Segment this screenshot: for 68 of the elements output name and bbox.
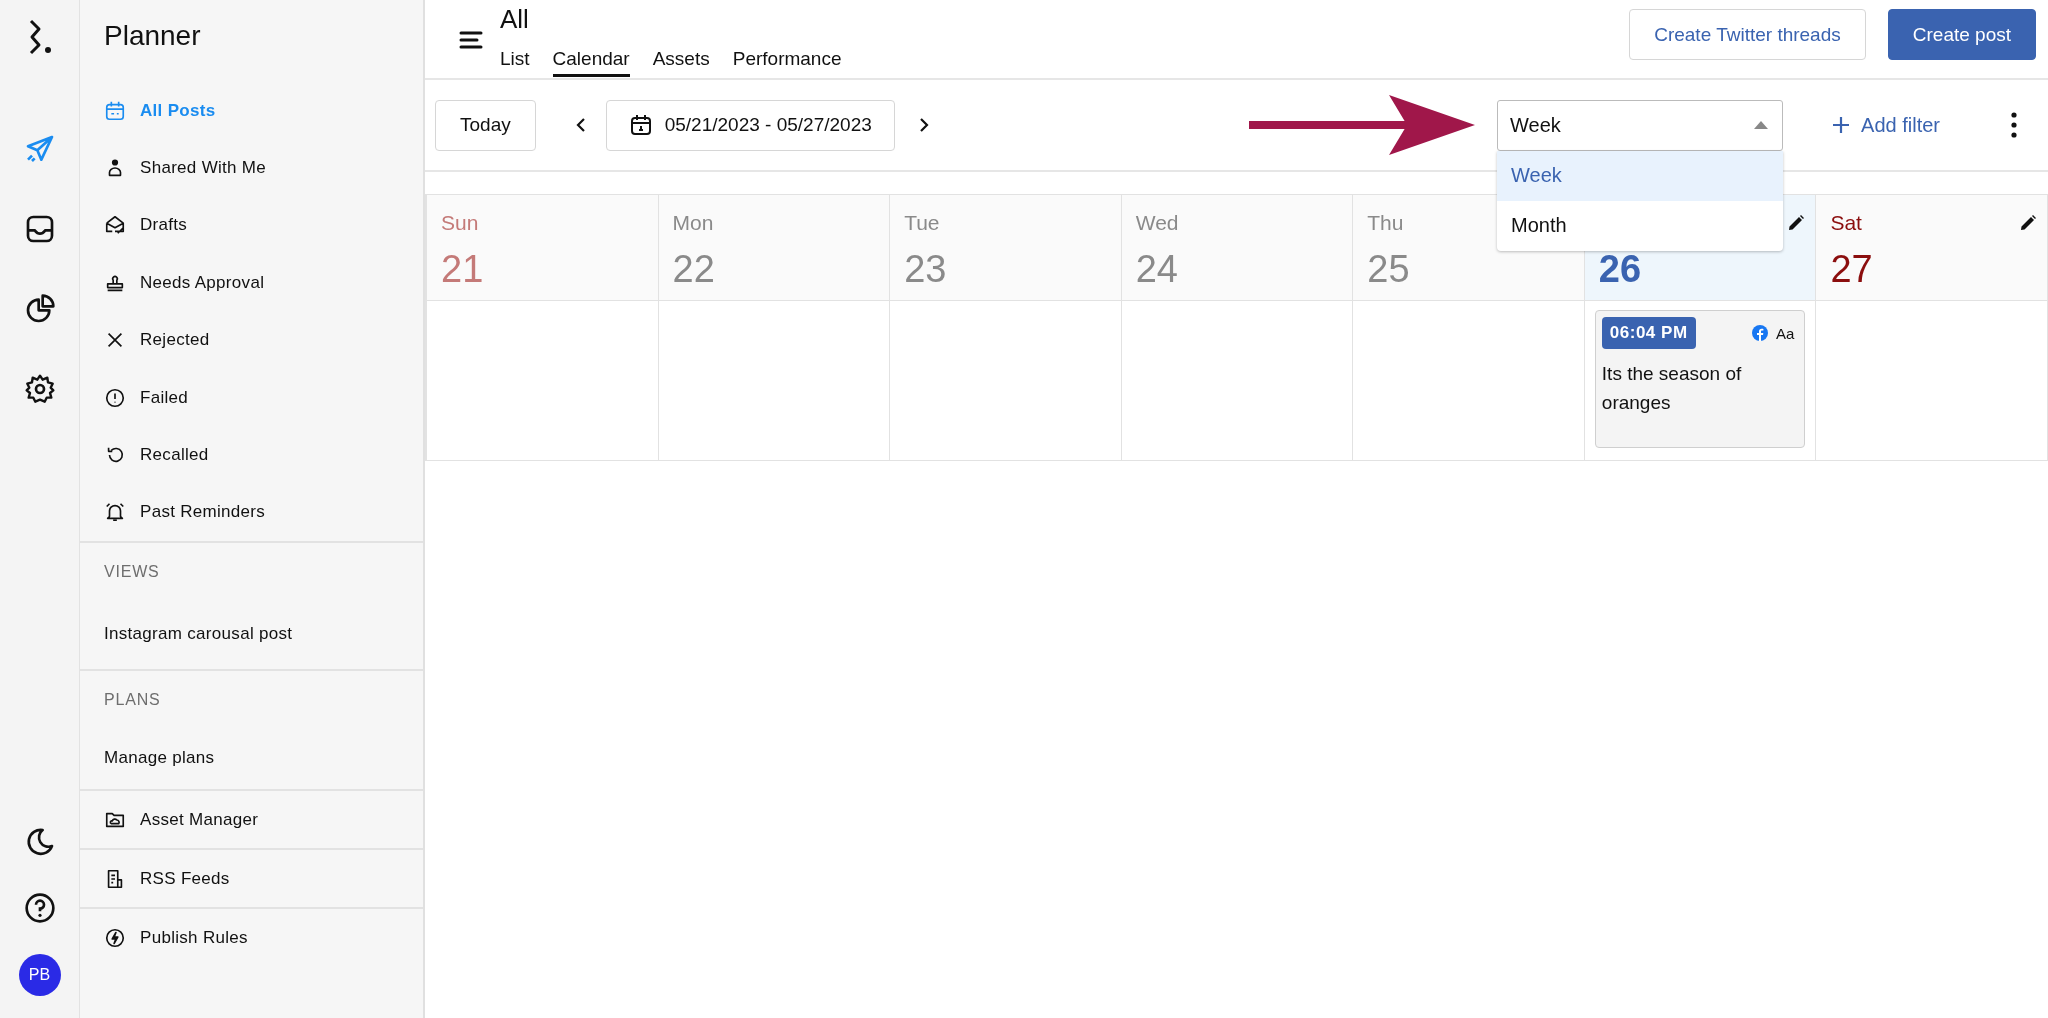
day-cell[interactable] [427,301,659,461]
bolt-icon [104,926,126,949]
day-cell[interactable] [890,301,1122,461]
add-filter-button[interactable]: Add filter [1825,112,1946,138]
today-button[interactable]: Today [435,99,536,151]
sidebar-item[interactable]: Shared With Me [80,139,423,197]
day-cell[interactable] [1121,301,1354,461]
day-cell[interactable] [658,301,891,461]
day-name: Sat [1830,211,1862,235]
event-time: 06:04 PM [1601,317,1696,349]
create-post-button[interactable]: Create post [1887,9,2036,60]
plus-icon [1831,115,1852,135]
settings-icon[interactable] [23,373,56,405]
calendar-icon [104,99,126,122]
event-card[interactable]: 06:04 PM Aa Its the season of oranges [1594,310,1806,448]
day-cell[interactable] [1816,301,2048,461]
day-name: Thu [1367,211,1404,235]
menu-icon[interactable] [459,30,483,50]
view-tab[interactable]: List [500,48,530,77]
day-number: 23 [904,249,948,289]
sidebar-link[interactable]: Asset Manager [80,789,423,849]
day-number: 26 [1598,249,1643,289]
more-icon[interactable] [2010,112,2018,138]
format-label: Aa [1776,324,1795,342]
menu-option[interactable]: Week [1497,150,1784,201]
user-avatar[interactable]: PB [18,954,61,996]
view-select[interactable]: Week [1497,99,1784,151]
pencil-icon[interactable] [1787,214,1806,232]
view-tab[interactable]: Performance [732,48,842,77]
envelope-pencil-icon [104,214,126,237]
create-threads-button[interactable]: Create Twitter threads [1629,9,1866,60]
day-name: Sun [441,211,479,235]
day-number: 22 [672,249,716,289]
sidebar-item[interactable]: Rejected [80,311,423,369]
help-icon[interactable] [23,892,56,924]
day-number: 24 [1135,249,1179,289]
event-text: Its the season of oranges [1601,362,1743,415]
sidebar-item[interactable]: Recalled [80,426,423,484]
facebook-icon [1752,325,1769,341]
bell-icon [104,501,126,524]
day-cell[interactable]: 06:04 PM Aa Its the season of oranges [1584,301,1817,461]
sidebar-item[interactable]: Needs Approval [80,254,423,312]
caret-icon [1754,121,1769,129]
pencil-icon[interactable] [2019,214,2037,232]
view-tab[interactable]: Calendar [552,48,630,77]
menu-option[interactable]: Month [1497,200,1784,251]
alert-icon [104,386,126,409]
view-tab[interactable]: Assets [652,48,710,77]
sidebar-link[interactable]: RSS Feeds [80,848,423,908]
page-title: All [500,4,530,36]
day-name: Tue [904,211,940,235]
sidebar-item[interactable]: Instagram carousal post [104,599,399,670]
date-range-button[interactable]: 05/21/2023 - 05/27/2023 [605,99,895,151]
day-number: 21 [441,249,485,289]
sidebar-item[interactable]: Failed [80,368,423,427]
day-cell[interactable] [1353,301,1585,461]
section-heading: VIEWS [104,562,161,583]
sidebar-link[interactable]: Publish Rules [80,907,423,967]
sidebar-item[interactable]: Past Reminders [80,483,423,542]
sidebar-title: Planner [103,19,202,53]
sidebar-item[interactable]: Drafts [80,196,423,255]
day-name: Mon [672,211,714,235]
day-number: 27 [1830,249,1874,289]
section-heading: PLANS [104,690,162,711]
day-name: Wed [1135,211,1179,235]
sidebar-item[interactable]: Manage plans [104,727,399,790]
day-number: 25 [1367,249,1411,289]
calendar-icon [628,113,653,137]
